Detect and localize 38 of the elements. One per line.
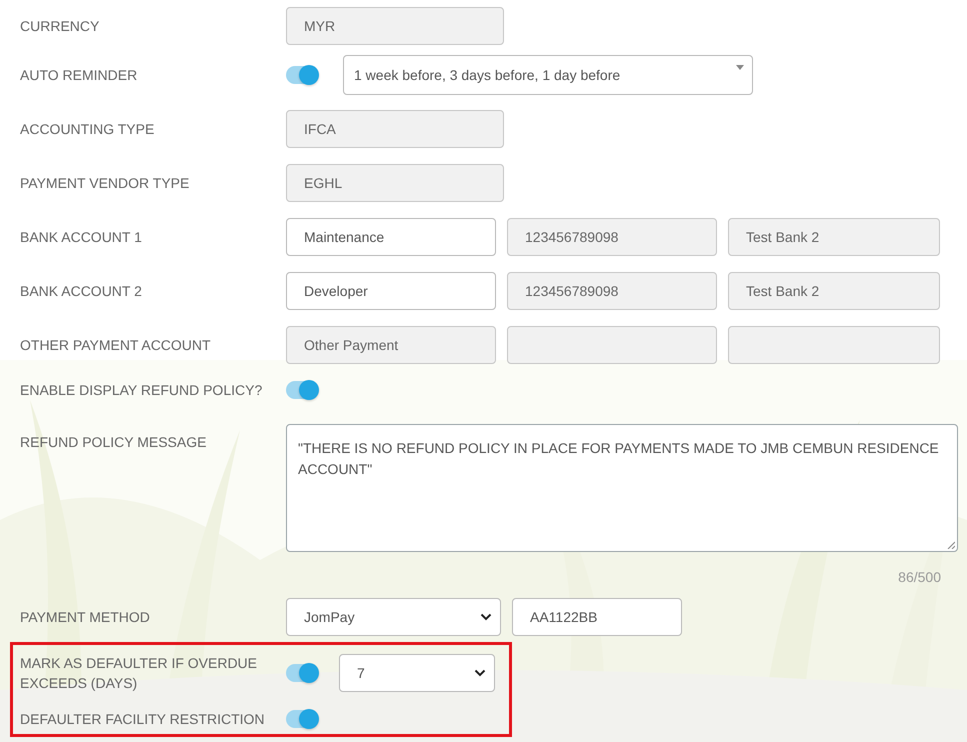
input-field[interactable] [728, 326, 940, 364]
input-field[interactable]: Test Bank 2 [728, 218, 940, 256]
field-label: CURRENCY [20, 17, 100, 36]
dropdown[interactable]: JomPay [286, 598, 501, 636]
input-field[interactable]: 123456789098 [507, 218, 717, 256]
field-label: PAYMENT METHOD [20, 608, 151, 627]
dropdown[interactable]: 7 [339, 654, 495, 692]
field-label: MARK AS DEFAULTER IF OVERDUE EXCEEDS (DAYS) [20, 654, 258, 693]
chevron-down-icon [480, 613, 492, 621]
chevron-down-icon [474, 669, 486, 677]
field-label: AUTO REMINDER [20, 66, 138, 85]
input-field[interactable]: Maintenance [286, 218, 496, 256]
caret-down-icon [736, 65, 744, 70]
field-label: PAYMENT VENDOR TYPE [20, 174, 190, 193]
resize-grip-icon[interactable] [947, 541, 955, 549]
field-label: REFUND POLICY MESSAGE [20, 433, 208, 452]
toggle-switch[interactable] [286, 710, 318, 728]
toggle-switch[interactable] [286, 381, 318, 399]
input-field[interactable]: 123456789098 [507, 272, 717, 310]
multi-select-dropdown[interactable]: 1 week before, 3 days before, 1 day before [343, 55, 753, 95]
field-label: BANK ACCOUNT 2 [20, 282, 143, 301]
text-area[interactable]: "THERE IS NO REFUND POLICY IN PLACE FOR PAYMENTS MADE TO JMB CEMBUN RESIDENCE ACCOUNT" [286, 424, 958, 552]
character-counter: 86/500 [898, 570, 941, 584]
field-label: DEFAULTER FACILITY RESTRICTION [20, 710, 266, 729]
input-field[interactable]: IFCA [286, 110, 504, 148]
input-field[interactable]: EGHL [286, 164, 504, 202]
input-field[interactable]: Test Bank 2 [728, 272, 940, 310]
toggle-switch[interactable] [286, 664, 318, 682]
field-label: BANK ACCOUNT 1 [20, 228, 143, 247]
input-field[interactable]: Other Payment [286, 326, 496, 364]
field-label: OTHER PAYMENT ACCOUNT [20, 336, 212, 355]
input-field[interactable] [507, 326, 717, 364]
input-field[interactable]: MYR [286, 7, 504, 45]
field-label: ENABLE DISPLAY REFUND POLICY? [20, 381, 264, 400]
input-field[interactable]: Developer [286, 272, 496, 310]
field-label: ACCOUNTING TYPE [20, 120, 156, 139]
input-field[interactable]: AA1122BB [512, 598, 682, 636]
toggle-switch[interactable] [286, 66, 318, 84]
